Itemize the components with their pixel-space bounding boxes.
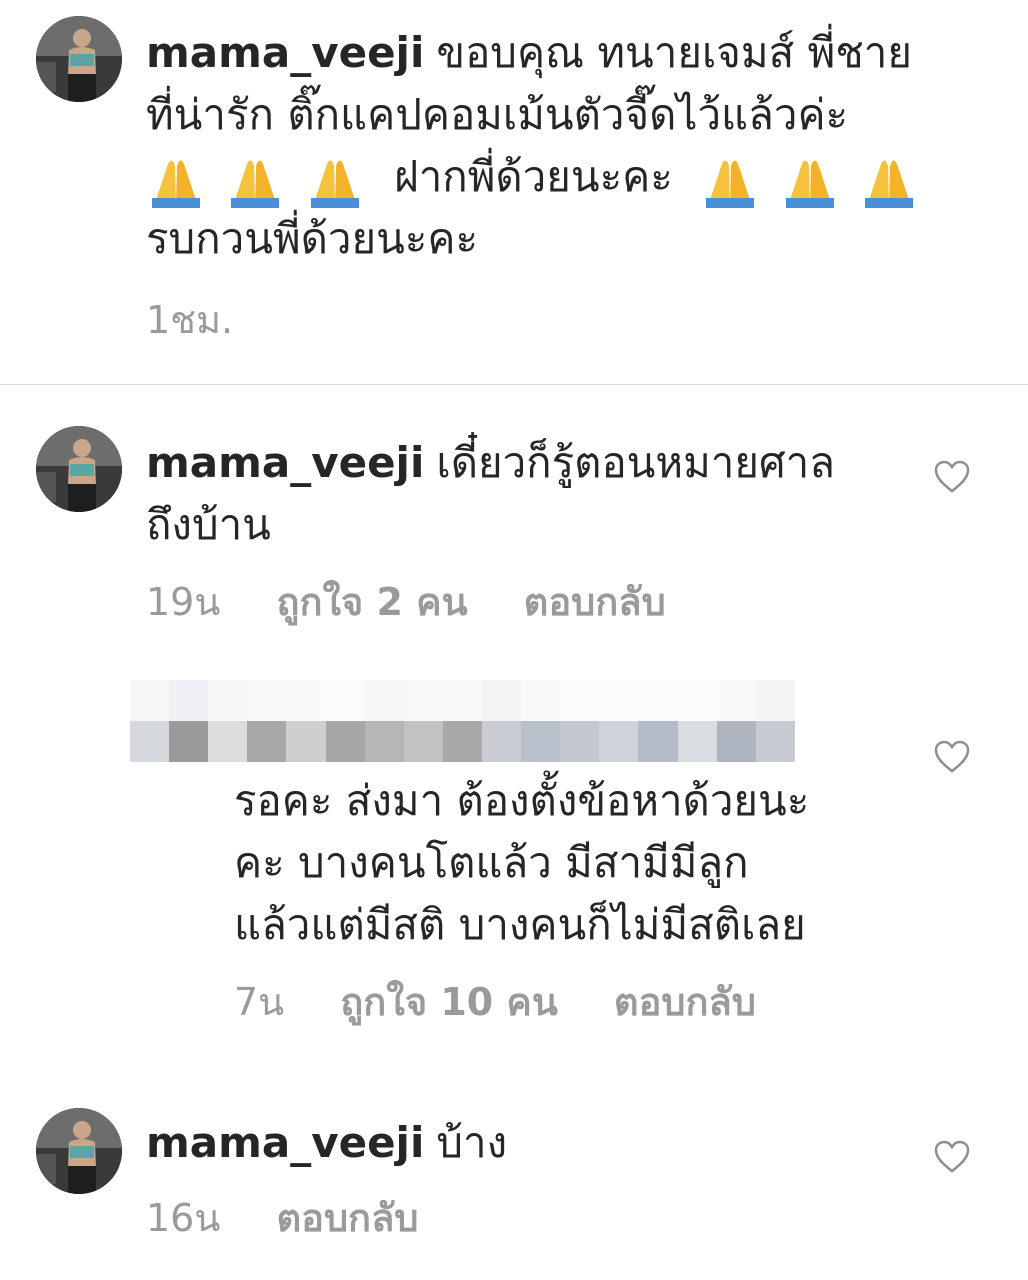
comment-body: mama_veeji เดี๋ยวก็รู้ตอนหมายศาล ถึงบ้าน [146,432,906,556]
comment-text-line: ถึงบ้าน [146,500,271,549]
comment-text-line: รบกวนพี่ด้วยนะคะ [146,214,479,263]
profile-photo [36,16,122,102]
comment-text-line: บ้าง [436,1118,508,1167]
profile-photo [36,1108,122,1194]
pray-emoji-icon [785,159,834,208]
comment-body: mama_veeji ขอบคุณ ทนายเจมส์ พี่ชาย ที่น่า… [146,22,976,270]
comment-text-segment: ฝากพี่ด้วยนะคะ [394,152,673,201]
comment-meta: 7น ถูกใจ 10 คน ตอบกลับ [234,980,800,1024]
reply-button[interactable]: ตอบกลับ [614,980,756,1024]
heart-icon[interactable] [934,1140,970,1174]
like-count[interactable]: ถูกใจ 10 คน [340,980,558,1024]
comment-body: รอคะ ส่งมา ต้องตั้งข้อหาด้วยนะ คะ บางคนโ… [234,770,914,956]
comment-meta: 1ชม. [146,298,277,342]
pray-emoji-icon [231,159,280,208]
comment-text-line: ขอบคุณ ทนายเจมส์ พี่ชาย [436,28,912,77]
comment-text-line: เดี๋ยวก็รู้ตอนหมายศาล [436,438,835,487]
reply-button[interactable]: ตอบกลับ [276,1196,418,1240]
comment-meta: 16น ตอบกลับ [146,1196,462,1240]
comment-meta: 19น ถูกใจ 2 คน ตอบกลับ [146,580,710,624]
comment-body: mama_veeji บ้าง [146,1112,906,1174]
avatar[interactable] [36,426,122,512]
pray-emoji-icon [152,159,200,208]
username[interactable]: mama_veeji [146,438,424,487]
comment-text-line: ที่น่ารัก ติ๊กแคปคอมเม้นตัวจี๊ดไว้แล้วค่… [146,90,849,139]
comment-text-line: ฝากพี่ด้วยนะคะ [146,146,976,208]
reply-button[interactable]: ตอบกลับ [524,580,666,624]
comment-time: 1ชม. [146,298,234,342]
comment-text-line: แล้วแต่มีสติ บางคนก็ไม่มีสติเลย [234,900,806,949]
heart-icon[interactable] [934,740,970,774]
avatar[interactable] [36,16,122,102]
comment-text-line: รอคะ ส่งมา ต้องตั้งข้อหาด้วยนะ [234,776,810,825]
username[interactable]: mama_veeji [146,1118,424,1167]
divider [0,384,1028,385]
comment-text-line: คะ บางคนโตแล้ว มีสามีมีลูก [234,838,749,887]
pray-emoji-icon [864,159,913,208]
comment-time: 16น [146,1196,221,1240]
heart-icon[interactable] [934,460,970,494]
username[interactable]: mama_veeji [146,28,424,77]
avatar[interactable] [36,1108,122,1194]
like-count[interactable]: ถูกใจ 2 คน [276,580,467,624]
comments-screen: mama_veeji ขอบคุณ ทนายเจมส์ พี่ชาย ที่น่า… [0,0,1028,1280]
comment-time: 7น [234,980,285,1024]
comment-time: 19น [146,580,221,624]
pray-emoji-icon [706,159,755,208]
pixelated-redaction [130,680,834,762]
profile-photo [36,426,122,512]
pray-emoji-icon [310,159,359,208]
